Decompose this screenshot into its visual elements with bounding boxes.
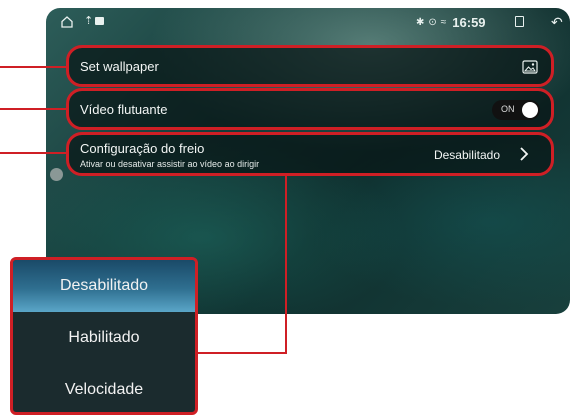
side-panel-handle[interactable] (50, 168, 63, 181)
callout-line-wallpaper (0, 66, 67, 68)
option-velocidade[interactable]: Velocidade (13, 364, 195, 412)
dropdown-connector-vertical (285, 174, 287, 354)
floating-video-row-highlight (66, 88, 554, 130)
dropdown-connector-horizontal (196, 352, 287, 354)
usb-icon: ⇡ (84, 15, 94, 27)
callout-line-brake (0, 152, 67, 154)
status-clock: 16:59 (452, 14, 486, 30)
status-bar: ⇡ ✱ ⊙ ≈ 16:59 ↶ (46, 8, 570, 36)
wifi-icon: ≈ (440, 16, 447, 28)
back-icon[interactable]: ↶ (551, 14, 563, 31)
image-icon (95, 17, 104, 25)
brake-config-row-highlight (66, 132, 554, 176)
bluetooth-icon: ✱ (416, 16, 425, 28)
brake-options-dropdown: Desabilitado Habilitado Velocidade (10, 257, 198, 415)
callout-line-floating-video (0, 108, 67, 110)
option-desabilitado[interactable]: Desabilitado (13, 260, 195, 312)
recent-apps-icon[interactable] (515, 16, 524, 27)
wallpaper-row-highlight (66, 45, 554, 87)
home-icon[interactable] (60, 15, 74, 29)
status-icons: ✱ ⊙ ≈ 16:59 (416, 13, 486, 31)
location-icon: ⊙ (428, 16, 437, 28)
option-habilitado[interactable]: Habilitado (13, 312, 195, 364)
